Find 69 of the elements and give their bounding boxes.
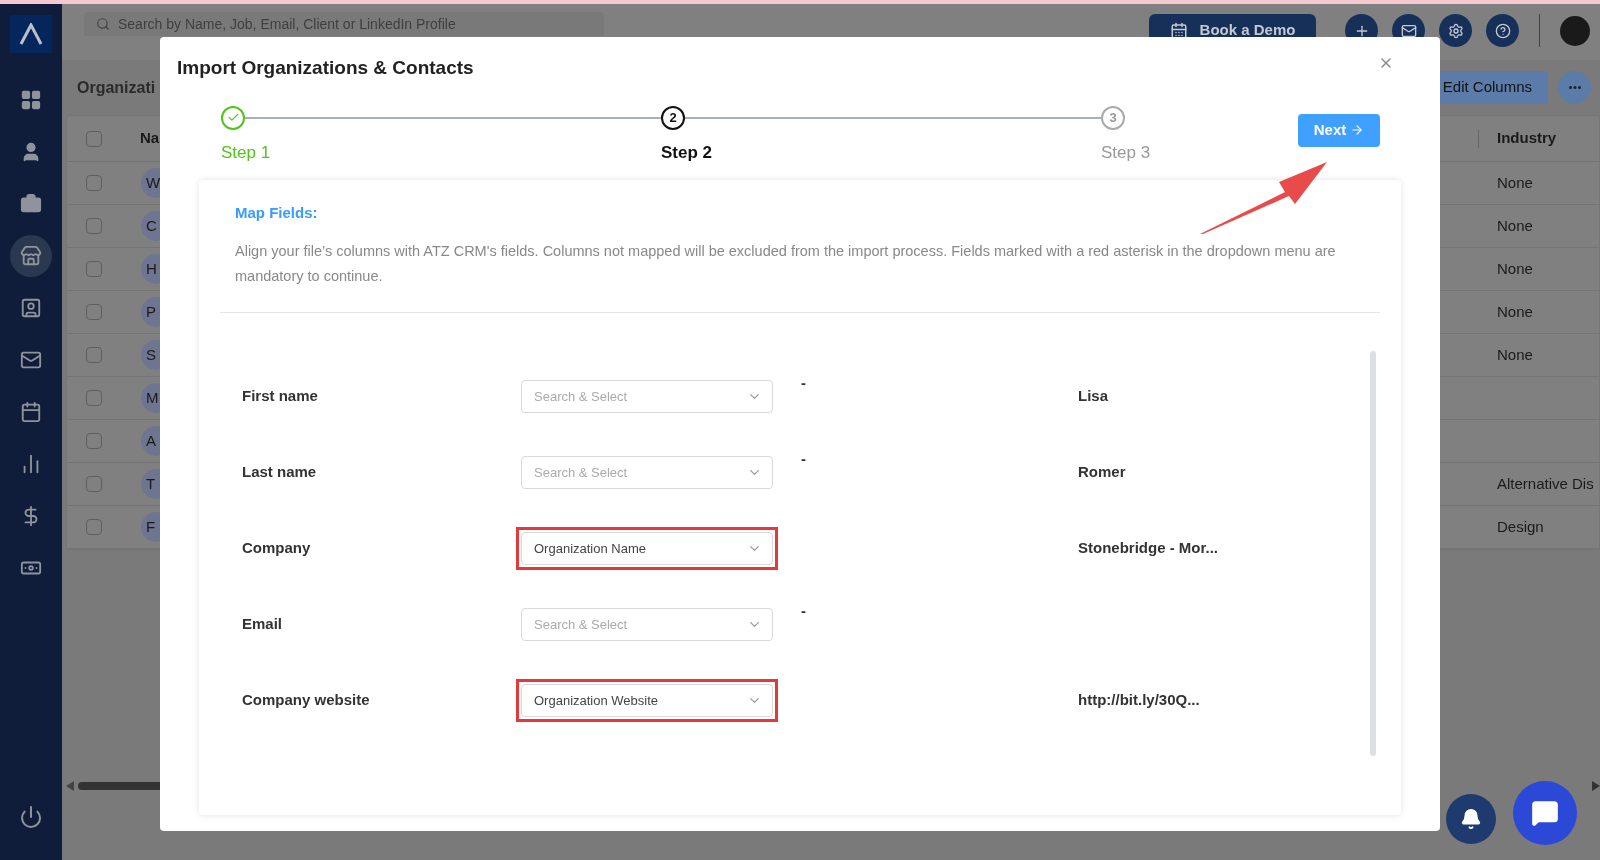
step-label: Step 2 [661,141,713,164]
sidebar-item[interactable] [10,235,52,277]
section-title: Map Fields: [235,203,318,223]
field-label: First name [242,386,319,407]
column-header: Industry [1497,128,1558,149]
checkbox[interactable] [86,218,102,234]
step-label: Step 1 [221,141,271,164]
user-avatar[interactable] [1560,16,1590,46]
field-label: Email [242,614,284,635]
field-label: Last name [242,462,318,483]
table-cell-text: Design [1497,516,1545,537]
select-field[interactable]: Organization Name [521,532,773,565]
checkbox[interactable] [86,476,102,492]
checkbox[interactable] [86,347,102,363]
scrollbar-track[interactable] [1370,350,1376,756]
dialog-title: Import Organizations & Contacts [177,56,474,80]
dash-mark: - [801,449,806,467]
table-cell-text: None [1497,215,1534,236]
sample-value: http://bit.ly/30Q... [1078,690,1200,711]
chat-icon [1531,799,1559,827]
field-label: Company website [242,690,371,711]
checkbox[interactable] [86,519,102,535]
table-cell-text: None [1497,301,1534,322]
checkbox[interactable] [86,304,102,320]
mail-icon [1400,22,1417,39]
table-cell-text: None [1497,258,1534,279]
logo-icon [19,23,43,45]
search-icon [96,17,110,31]
column-header: Na [140,128,160,149]
store-icon [20,245,42,267]
checkbox[interactable] [86,175,102,191]
sample-value: Lisa [1078,386,1108,407]
select-field[interactable]: Search & Select [521,608,773,641]
app-logo[interactable] [10,15,52,53]
briefcase-icon [20,193,42,215]
checkbox[interactable] [86,261,102,277]
checkbox[interactable] [86,130,102,147]
table-cell-text: Alternative Dis [1497,473,1595,494]
table-cell-text: None [1497,344,1534,365]
table-cell-text: None [1497,172,1534,193]
help-icon [1494,22,1511,39]
dash-mark: - [801,373,806,391]
help-button[interactable] [1486,14,1519,47]
settings-icon [1447,22,1464,39]
bell-icon [1460,808,1482,830]
contact-card-icon [20,297,42,319]
sample-value: Stonebridge - Mor... [1078,538,1218,559]
checkbox[interactable] [86,433,102,449]
dash-mark: - [801,601,806,619]
field-label: Company [242,538,312,559]
page-title: Organizati [77,77,156,98]
check-icon [226,111,240,124]
sample-value: Romer [1078,462,1126,483]
checkbox[interactable] [86,390,102,406]
scroll-right-icon[interactable] [1592,781,1600,791]
step-label: Step 3 [1101,141,1151,164]
select-field[interactable]: Search & Select [521,380,773,413]
calendar-icon [1169,21,1188,40]
calendar-icon [20,401,42,423]
dashboard-icon [20,89,42,111]
description-text: Align your file’s columns with ATZ CRM's fields. Columns not mapped will be excluded from the import process. Fields marked with a red asterisk in the dropdown menu are mandatory to continue. [235,241,1337,286]
search-field[interactable]: Search by Name, Job, Email, Client or LinkedIn Profile [84,12,604,36]
power-icon [19,805,43,829]
mail-icon [20,349,42,371]
more-icon [1568,86,1581,89]
settings-button[interactable] [1439,14,1472,47]
next-button[interactable]: Next [1298,113,1380,147]
select-field[interactable]: Search & Select [521,456,773,489]
select-field[interactable]: Organization Website [521,684,773,717]
